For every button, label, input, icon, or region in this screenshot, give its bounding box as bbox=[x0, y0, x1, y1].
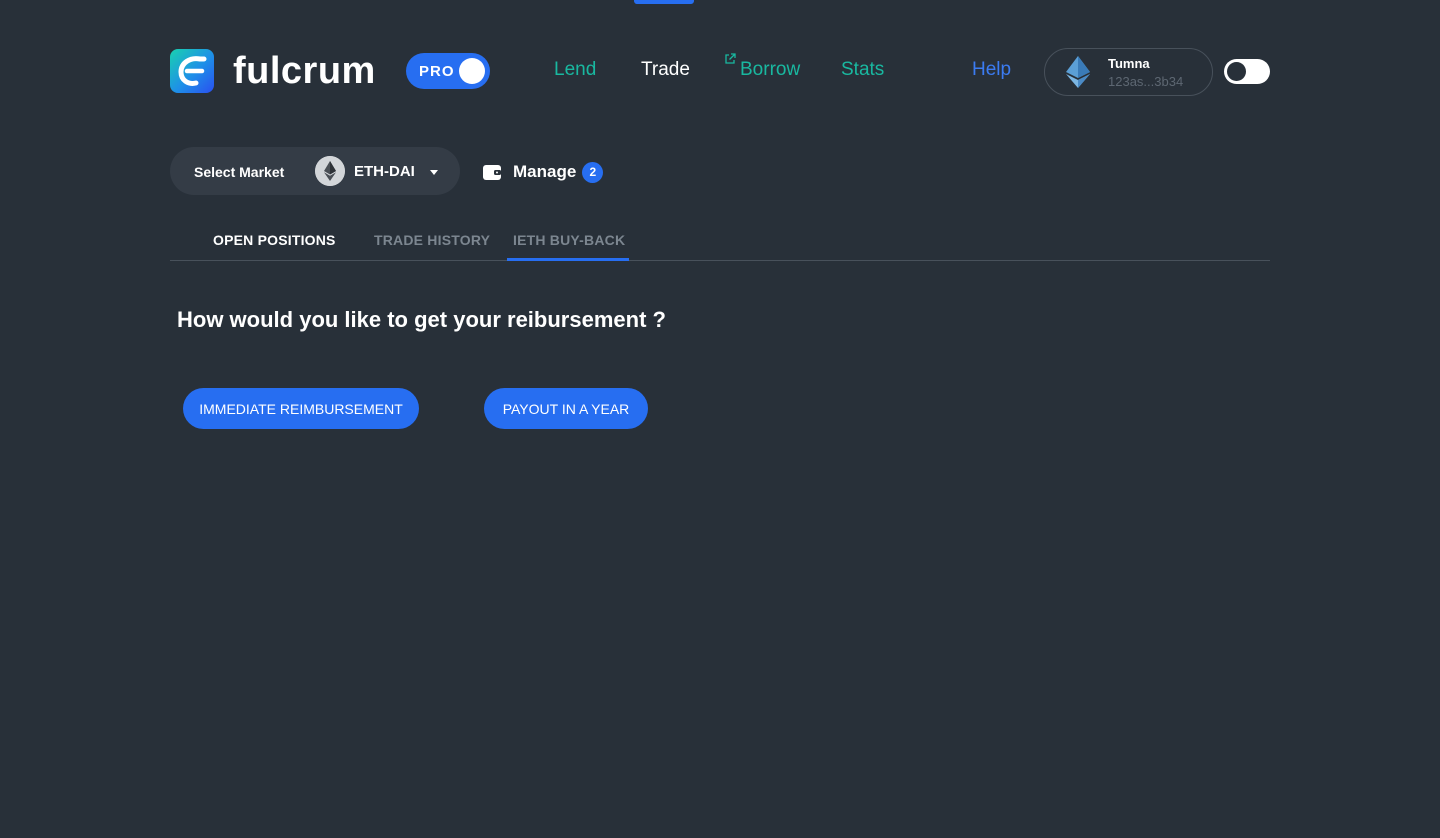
theme-toggle-knob bbox=[1227, 62, 1246, 81]
eth-coin-icon bbox=[315, 156, 345, 186]
tab-ieth-buy-back[interactable]: IETH BUY-BACK bbox=[513, 232, 625, 248]
market-select-label: Select Market bbox=[194, 164, 285, 180]
account-name: Tumna bbox=[1108, 56, 1150, 71]
tabs-divider bbox=[170, 260, 1270, 261]
chevron-down-icon bbox=[430, 170, 438, 175]
active-page-indicator bbox=[634, 0, 694, 4]
theme-toggle[interactable] bbox=[1224, 59, 1270, 84]
nav-link-stats[interactable]: Stats bbox=[841, 59, 884, 81]
reimbursement-question: How would you like to get your reibursem… bbox=[177, 307, 666, 332]
pro-toggle-label: PRO bbox=[419, 62, 455, 80]
pro-toggle-knob bbox=[459, 58, 485, 84]
tab-open-positions[interactable]: OPEN POSITIONS bbox=[213, 232, 336, 248]
active-tab-underline bbox=[507, 258, 629, 261]
market-select-dropdown[interactable]: Select Market ETH-DAI bbox=[170, 147, 460, 195]
pro-mode-toggle[interactable]: PRO bbox=[406, 53, 490, 89]
immediate-reimbursement-button[interactable]: IMMEDIATE REIMBURSEMENT bbox=[183, 388, 419, 429]
external-link-icon bbox=[725, 53, 736, 64]
manage-count-badge: 2 bbox=[582, 161, 604, 183]
account-button[interactable]: Tumna 123as...3b34 bbox=[1044, 48, 1213, 96]
manage-button[interactable]: Manage 2 bbox=[483, 160, 604, 184]
nav-link-help[interactable]: Help bbox=[972, 59, 1011, 81]
logo-text: fulcrum bbox=[233, 50, 376, 92]
fulcrum-logo-icon bbox=[170, 49, 214, 93]
market-selected-value: ETH-DAI bbox=[354, 163, 415, 180]
nav-link-lend[interactable]: Lend bbox=[554, 59, 596, 81]
manage-label: Manage bbox=[513, 162, 577, 181]
nav-link-trade[interactable]: Trade bbox=[641, 59, 690, 81]
account-address: 123as...3b34 bbox=[1108, 74, 1184, 89]
nav-link-borrow[interactable]: Borrow bbox=[740, 59, 800, 81]
fulcrum-logo[interactable]: fulcrum bbox=[170, 49, 376, 93]
wallet-icon bbox=[483, 165, 501, 180]
tab-trade-history[interactable]: TRADE HISTORY bbox=[374, 232, 490, 248]
payout-in-a-year-button[interactable]: PAYOUT IN A YEAR bbox=[484, 388, 648, 429]
ethereum-icon bbox=[1066, 56, 1090, 88]
